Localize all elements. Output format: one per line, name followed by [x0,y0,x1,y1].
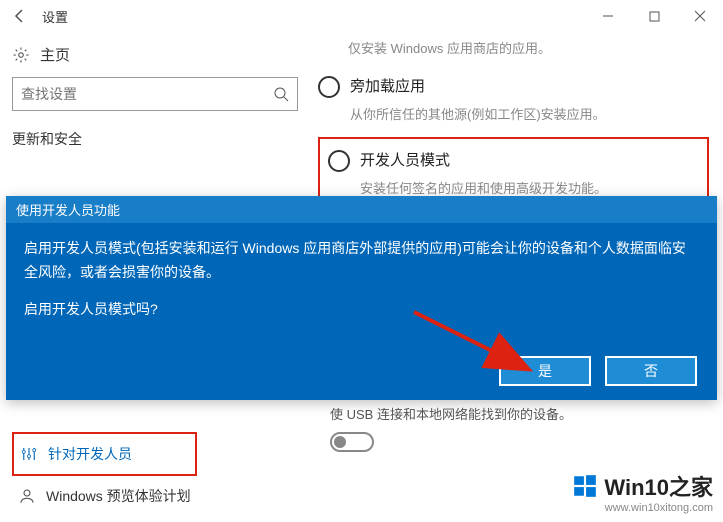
back-button[interactable] [8,4,32,28]
confirm-dialog: 使用开发人员功能 启用开发人员模式(包括安装和运行 Windows 应用商店外部… [6,196,717,400]
gear-icon [12,46,30,64]
radio-label: 旁加载应用 [350,75,425,96]
section-header: 更新和安全 [12,129,298,149]
minimize-icon [602,10,614,22]
windows-logo-icon [572,473,598,499]
home-label: 主页 [40,44,70,65]
minimize-button[interactable] [585,0,631,32]
radio-sideload[interactable]: 旁加载应用 [318,75,709,98]
window-title: 设置 [42,7,68,26]
maximize-icon [649,11,660,22]
person-icon [18,487,36,505]
dialog-question: 启用开发人员模式吗? [6,299,717,319]
radio-devmode[interactable]: 开发人员模式 [328,149,699,172]
sidebar-item-label: Windows 预览体验计划 [46,486,191,506]
search-icon [273,86,289,102]
radio-label: 开发人员模式 [360,149,450,170]
maximize-button[interactable] [631,0,677,32]
radio-icon [328,150,350,172]
dialog-body: 启用开发人员模式(包括安装和运行 Windows 应用商店外部提供的应用)可能会… [6,223,717,299]
watermark-brand: Win10之家 [604,470,713,502]
sliders-icon [20,445,38,463]
truncated-desc: 仅安装 Windows 应用商店的应用。 [318,32,709,57]
watermark: Win10之家 www.win10xitong.com [572,470,713,514]
radio-desc: 从你所信任的其他源(例如工作区)安装应用。 [350,104,709,123]
titlebar: 设置 [0,0,723,32]
home-row[interactable]: 主页 [12,36,298,77]
close-button[interactable] [677,0,723,32]
radio-icon [318,76,340,98]
sidebar-item-insider[interactable]: Windows 预览体验计划 [12,476,197,516]
dialog-title: 使用开发人员功能 [6,196,717,223]
sidebar-item-developers[interactable]: 针对开发人员 [12,432,197,476]
search-box[interactable] [12,77,298,111]
no-button[interactable]: 否 [605,356,697,386]
search-input[interactable] [21,86,273,102]
close-icon [694,10,706,22]
usb-desc: 使 USB 连接和本地网络能找到你的设备。 [330,404,572,423]
toggle-switch[interactable] [330,432,374,452]
sidebar-item-label: 针对开发人员 [48,444,132,464]
arrow-left-icon [12,8,28,24]
radio-desc: 安装任何签名的应用和使用高级开发功能。 [360,178,699,197]
yes-button[interactable]: 是 [499,356,591,386]
watermark-url: www.win10xitong.com [572,502,713,514]
